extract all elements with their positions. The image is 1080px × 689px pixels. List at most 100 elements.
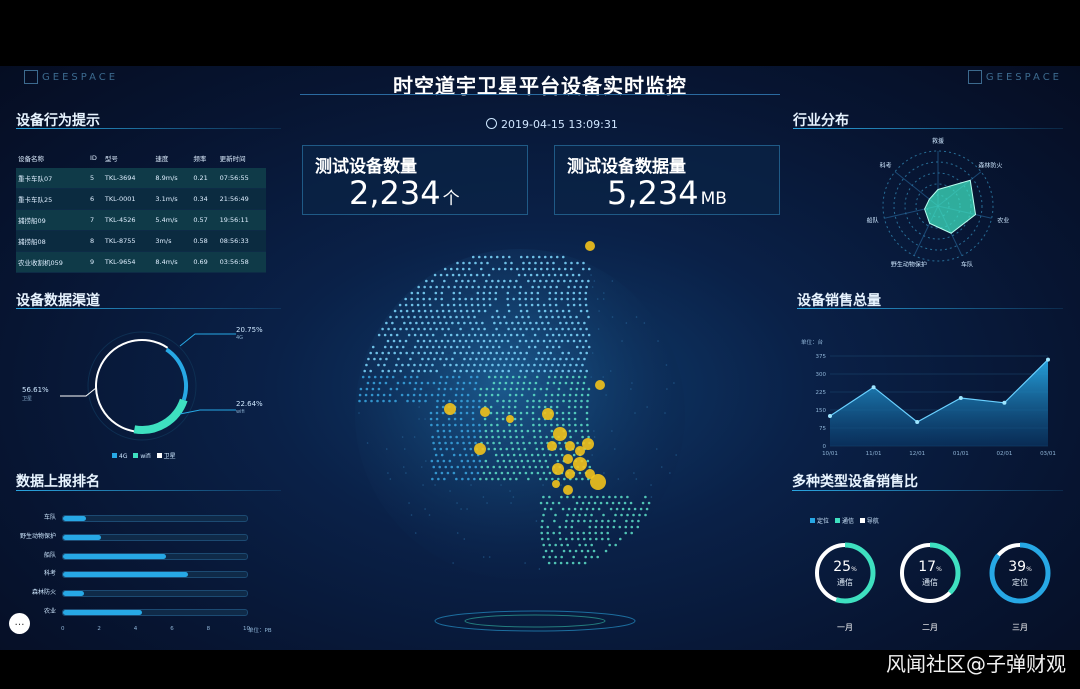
hotspot-dot[interactable] — [474, 443, 486, 455]
rank-bar — [63, 534, 101, 540]
x-tick-label: 02/01 — [996, 451, 1012, 457]
hotspot-dot[interactable] — [542, 408, 554, 420]
panel-title-industry: 行业分布 — [793, 113, 849, 129]
divider — [16, 490, 281, 491]
table-cell: 5 — [87, 168, 103, 189]
table-cell: 0.69 — [191, 251, 218, 273]
channels-donut-chart — [60, 331, 236, 441]
sales-ratio-legend: 定位 通信 导航 — [806, 516, 879, 525]
hotspot-dot[interactable] — [552, 480, 560, 488]
table-row[interactable]: 重卡车队07 5 TKL-3694 8.9m/s 0.21 07:56:55 — [16, 168, 266, 189]
table-cell: 0.34 — [191, 188, 218, 210]
donut-slice-wifi — [133, 398, 188, 434]
table-cell: TKL-9654 — [102, 251, 154, 273]
hotspot-dot[interactable] — [553, 427, 567, 441]
hotspot-dot[interactable] — [565, 441, 575, 451]
sales-total-area-chart: 0 75 150 225 300 375 10/01 11/01 12/01 01/01 02/01… — [816, 354, 1056, 457]
rank-tick: 6 — [170, 626, 174, 632]
hotspot-dot[interactable] — [582, 438, 594, 450]
radar-axis-label: 船队 — [867, 216, 879, 224]
table-cell: 3.1m/s — [153, 188, 192, 210]
title-frame — [300, 94, 780, 105]
table-cell: TKL-3694 — [102, 168, 154, 189]
hotspot-dot[interactable] — [565, 469, 575, 479]
table-cell: 3m/s — [153, 230, 192, 252]
table-cell: 7 — [87, 209, 103, 231]
rank-label: 科考 — [43, 570, 56, 578]
hotspot-dot[interactable] — [444, 403, 456, 415]
leader-line-satellite — [60, 387, 97, 397]
x-tick-label: 03/01 — [1040, 451, 1056, 457]
dashboard-stage: GEESPACE GEESPACE 时空道宇卫星平台设备实时监控 2019-04… — [0, 66, 1080, 650]
stat-device-count: 测试设备数量 2,234 个 — [302, 145, 528, 215]
table-row[interactable]: 捕捞船08 8 TKL-8755 3m/s 0.58 08:56:33 — [16, 230, 266, 252]
ratio-percent: 17% — [918, 559, 942, 575]
divider — [16, 308, 281, 309]
data-point[interactable] — [915, 420, 920, 424]
x-tick-label: 11/01 — [866, 451, 882, 457]
data-point[interactable] — [828, 414, 832, 418]
table-row[interactable]: 农业收割机059 9 TKL-9654 8.4m/s 0.69 03:56:58 — [16, 251, 266, 273]
hotspot-dot[interactable] — [585, 241, 595, 251]
ratio-month: 一月 — [837, 623, 853, 632]
rank-tick: 4 — [133, 626, 138, 632]
chat-bubble-icon[interactable]: … — [9, 613, 30, 634]
rank-label: 船队 — [43, 551, 56, 559]
donut-label-wifi: 22.64% — [236, 400, 263, 408]
data-point[interactable] — [958, 396, 963, 400]
rank-tick: 0 — [61, 626, 65, 632]
hotspot-dot[interactable] — [573, 457, 587, 471]
radar-axis-label: 科考 — [880, 161, 892, 169]
ratio-month: 二月 — [922, 623, 938, 632]
rank-track — [62, 590, 248, 598]
table-cell: 9 — [87, 251, 103, 273]
table-cell: 19:56:11 — [217, 209, 266, 231]
table-cell: 8.9m/s — [153, 168, 192, 189]
y-tick-label: 75 — [819, 426, 826, 432]
table-cell: 08:56:33 — [217, 230, 266, 252]
table-cell: TKL-0001 — [102, 188, 154, 210]
table-cell: 捕捞船09 — [16, 209, 88, 231]
hotspot-dot[interactable] — [506, 415, 514, 423]
divider — [793, 128, 1063, 129]
table-cell: 0.58 — [191, 230, 218, 252]
table-header-cell: 速度 — [155, 155, 169, 163]
hotspot-dot[interactable] — [563, 485, 573, 495]
radar-axis-label: 野生动物保护 — [891, 261, 927, 269]
hotspot-dot[interactable] — [563, 454, 573, 464]
rank-bar — [63, 553, 167, 559]
table-cell: TKL-8755 — [102, 230, 154, 252]
panel-title-device-behavior: 设备行为提示 — [16, 113, 100, 129]
hotspot-dot[interactable] — [552, 463, 564, 475]
clock-icon — [486, 118, 497, 129]
x-tick-label: 12/01 — [909, 451, 925, 457]
table-cell: 0.21 — [191, 168, 218, 189]
legend-swatch-navigation — [859, 518, 865, 523]
radar-axis-label: 森林防火 — [978, 161, 1002, 169]
industry-radar-chart: 救援森林防火农业车队 野生动物保护 船队 科考 — [867, 137, 1010, 269]
data-point[interactable] — [871, 385, 876, 390]
hotspot-dot[interactable] — [595, 380, 605, 390]
rank-bar — [63, 572, 188, 578]
table-row[interactable]: 捕捞船09 7 TKL-4526 5.4m/s 0.57 19:56:11 — [16, 209, 266, 231]
ratio-percent: 25% — [833, 559, 857, 575]
rank-bar — [63, 610, 143, 615]
hotspot-dot[interactable] — [590, 474, 606, 490]
table-header-cell: 更新时间 — [219, 155, 246, 163]
data-point[interactable] — [1046, 357, 1050, 362]
hotspot-dot[interactable] — [480, 407, 490, 417]
table-cell: 重卡车队25 — [16, 188, 88, 210]
table-header-cell: 频率 — [193, 155, 207, 163]
donut-slice-4g — [165, 347, 188, 401]
channels-legend: 4G wifi 卫星 — [108, 451, 176, 460]
hotspot-dot[interactable] — [547, 441, 557, 451]
donut-label-4g: 20.75% — [236, 326, 263, 334]
table-header-cell: 型号 — [104, 155, 118, 163]
radar-axis-label: 救援 — [932, 137, 944, 145]
ratio-percent: 39% — [1008, 559, 1032, 575]
datetime: 2019-04-15 13:09:31 — [486, 118, 618, 131]
rank-label: 车队 — [43, 514, 56, 521]
rank-bar — [63, 516, 86, 521]
table-row[interactable]: 重卡车队25 6 TKL-0001 3.1m/s 0.34 21:56:49 — [16, 188, 266, 210]
data-point[interactable] — [1002, 400, 1007, 405]
